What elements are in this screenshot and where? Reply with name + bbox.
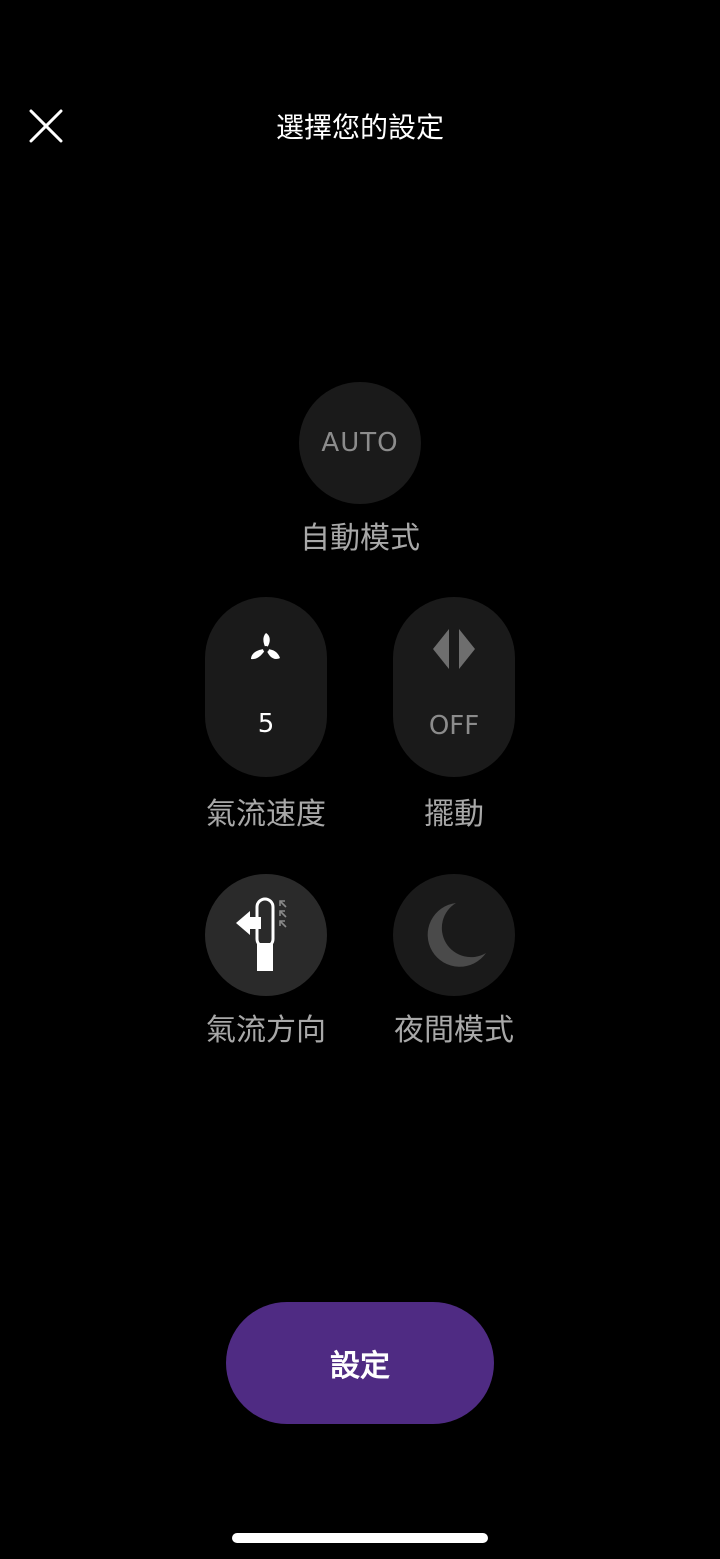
oscillation-button[interactable]: OFF — [393, 597, 515, 777]
auto-mode-button[interactable]: AUTO — [299, 382, 421, 504]
airflow-direction-label: 氣流方向 — [206, 1013, 326, 1048]
airflow-speed-label: 氣流速度 — [206, 797, 326, 832]
set-button[interactable]: 設定 — [226, 1302, 494, 1424]
page-title: 選擇您的設定 — [275, 111, 444, 144]
fan-icon — [251, 633, 280, 660]
airflow-direction-icon — [236, 897, 287, 971]
airflow-speed-value: 5 — [257, 709, 275, 739]
home-indicator[interactable] — [232, 1533, 488, 1543]
oscillation-label: 擺動 — [424, 797, 484, 832]
night-mode-button[interactable] — [393, 874, 515, 996]
moon-icon — [427, 903, 486, 967]
auto-mode-label: 自動模式 — [300, 521, 420, 556]
airflow-direction-button[interactable] — [205, 874, 327, 996]
airflow-speed-button[interactable]: 5 — [205, 597, 327, 777]
night-mode-label: 夜間模式 — [394, 1013, 514, 1048]
oscillation-value: OFF — [428, 711, 480, 741]
auto-mode-value: AUTO — [321, 428, 399, 458]
oscillation-icon — [433, 629, 475, 669]
